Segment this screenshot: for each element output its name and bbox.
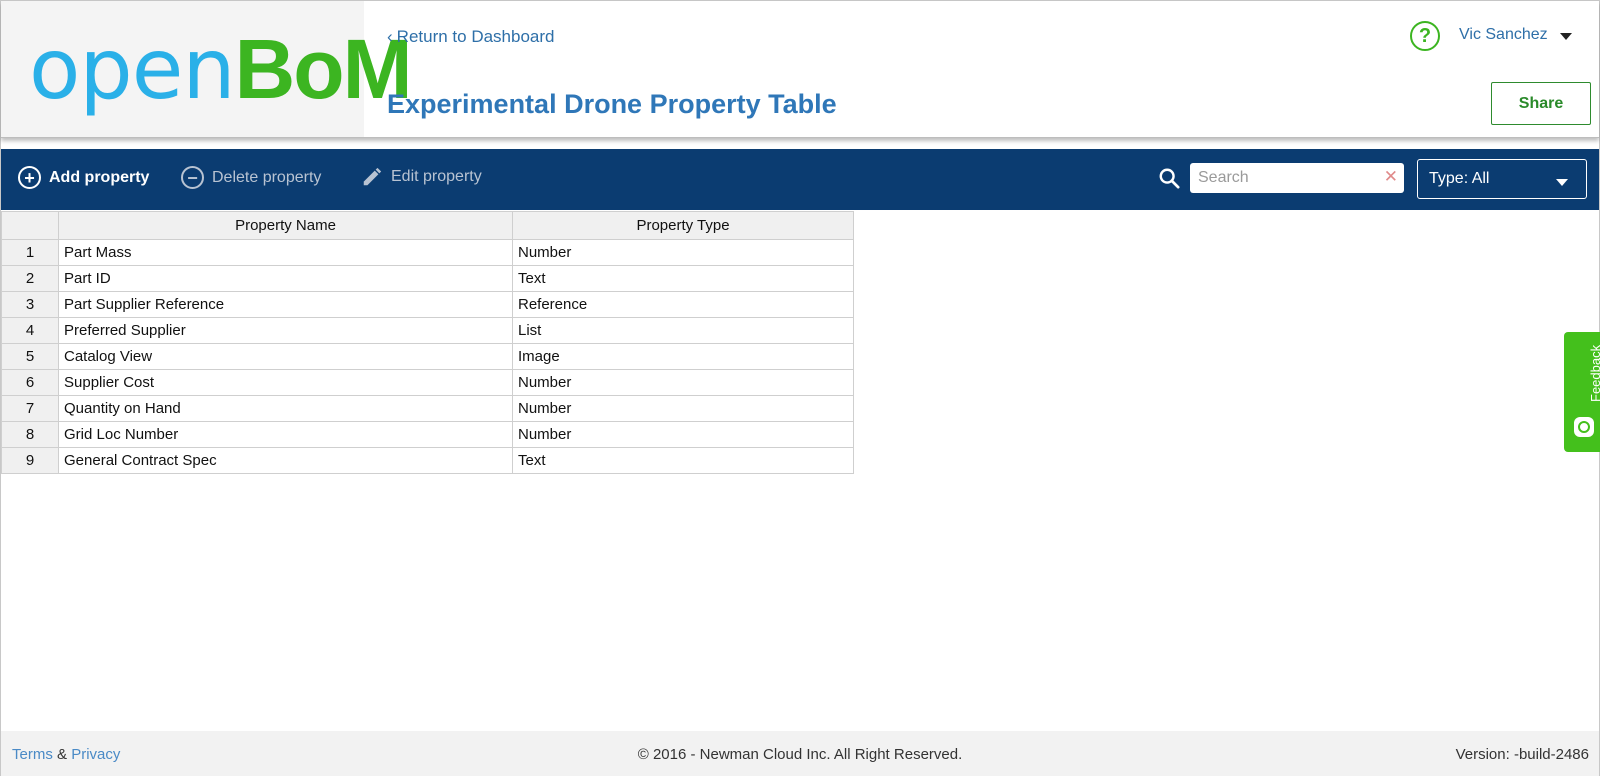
delete-property-label: Delete property — [212, 168, 322, 186]
table-row[interactable]: 2 Part ID Text — [1, 265, 854, 292]
property-name-cell[interactable]: Catalog View — [58, 343, 513, 370]
logo-text-bom: BoM — [234, 22, 413, 116]
property-type-cell[interactable]: Text — [512, 447, 854, 474]
property-type-cell[interactable]: Number — [512, 421, 854, 448]
table-row[interactable]: 4 Preferred Supplier List — [1, 317, 854, 344]
table-row[interactable]: 3 Part Supplier Reference Reference — [1, 291, 854, 318]
table-row[interactable]: 7 Quantity on Hand Number — [1, 395, 854, 422]
caret-down-icon — [1559, 32, 1572, 40]
table-row[interactable]: 1 Part Mass Number — [1, 239, 854, 266]
table-row[interactable]: 6 Supplier Cost Number — [1, 369, 854, 396]
table-row[interactable]: 5 Catalog View Image — [1, 343, 854, 370]
return-link-label: Return to Dashboard — [396, 27, 555, 46]
footer: Terms & Privacy © 2016 - Newman Cloud In… — [1, 731, 1599, 776]
property-type-cell[interactable]: Image — [512, 343, 854, 370]
edit-property-label: Edit property — [391, 168, 482, 185]
property-type-cell[interactable]: Number — [512, 239, 854, 266]
close-icon[interactable]: ✕ — [1384, 167, 1398, 187]
property-name-cell[interactable]: Quantity on Hand — [58, 395, 513, 422]
type-filter-dropdown[interactable]: Type: All — [1417, 159, 1587, 199]
plus-circle-icon: + — [18, 166, 41, 189]
property-name-cell[interactable]: Preferred Supplier — [58, 317, 513, 344]
property-name-cell[interactable]: Part Mass — [58, 239, 513, 266]
return-to-dashboard-link[interactable]: ‹ Return to Dashboard — [387, 27, 555, 47]
row-number: 4 — [1, 317, 59, 344]
row-number: 9 — [1, 447, 59, 474]
property-type-cell[interactable]: Number — [512, 369, 854, 396]
property-name-cell[interactable]: General Contract Spec — [58, 447, 513, 474]
property-type-cell[interactable]: Number — [512, 395, 854, 422]
row-number: 8 — [1, 421, 59, 448]
version-text: Version: -build-2486 — [1455, 746, 1589, 763]
openbom-logo[interactable]: openBoM — [29, 27, 413, 111]
row-number: 6 — [1, 369, 59, 396]
property-name-cell[interactable]: Part ID — [58, 265, 513, 292]
user-menu[interactable]: Vic Sanchez — [1459, 26, 1572, 44]
delete-property-button[interactable]: − Delete property — [181, 166, 321, 189]
feedback-tab[interactable]: Feedback — [1564, 332, 1600, 452]
property-name-cell[interactable]: Supplier Cost — [58, 369, 513, 396]
toolbar: + Add property − Delete property Edit pr… — [1, 149, 1599, 210]
chat-icon — [1574, 417, 1594, 437]
pencil-icon — [363, 167, 382, 186]
search-box: ✕ — [1190, 163, 1404, 193]
table-header-row: Property Name Property Type — [1, 211, 854, 240]
property-type-cell[interactable]: Reference — [512, 291, 854, 318]
row-number: 1 — [1, 239, 59, 266]
share-button[interactable]: Share — [1491, 82, 1591, 125]
type-filter-value: Type: All — [1429, 170, 1490, 187]
search-input[interactable] — [1190, 163, 1370, 193]
copyright-text: © 2016 - Newman Cloud Inc. All Right Res… — [637, 746, 963, 763]
feedback-label: Feedback — [1588, 344, 1600, 402]
minus-circle-icon: − — [181, 166, 204, 189]
header: openBoM ‹ Return to Dashboard Experiment… — [1, 1, 1599, 138]
row-number: 2 — [1, 265, 59, 292]
edit-property-button[interactable]: Edit property — [361, 166, 482, 188]
row-number-header — [1, 211, 59, 240]
property-table: Property Name Property Type 1 Part Mass Nu… — [1, 211, 854, 474]
add-property-button[interactable]: + Add property — [18, 166, 149, 189]
question-circle-icon[interactable]: ? — [1410, 21, 1440, 51]
table-row[interactable]: 9 General Contract Spec Text — [1, 447, 854, 474]
logo-text-open: open — [29, 20, 236, 118]
row-number: 5 — [1, 343, 59, 370]
property-type-cell[interactable]: List — [512, 317, 854, 344]
app-window: openBoM ‹ Return to Dashboard Experiment… — [0, 0, 1600, 776]
property-name-cell[interactable]: Grid Loc Number — [58, 421, 513, 448]
caret-down-icon — [1556, 179, 1568, 186]
logo-area[interactable]: openBoM — [1, 1, 413, 137]
table-row[interactable]: 8 Grid Loc Number Number — [1, 421, 854, 448]
row-number: 3 — [1, 291, 59, 318]
chevron-left-icon: ‹ — [387, 27, 393, 46]
column-header-property-type[interactable]: Property Type — [512, 211, 854, 240]
user-name: Vic Sanchez — [1459, 26, 1548, 43]
column-header-property-name[interactable]: Property Name — [58, 211, 513, 240]
property-name-cell[interactable]: Part Supplier Reference — [58, 291, 513, 318]
add-property-label: Add property — [49, 168, 150, 186]
search-icon[interactable] — [1158, 167, 1180, 189]
page-title: Experimental Drone Property Table — [387, 89, 837, 119]
row-number: 7 — [1, 395, 59, 422]
property-type-cell[interactable]: Text — [512, 265, 854, 292]
